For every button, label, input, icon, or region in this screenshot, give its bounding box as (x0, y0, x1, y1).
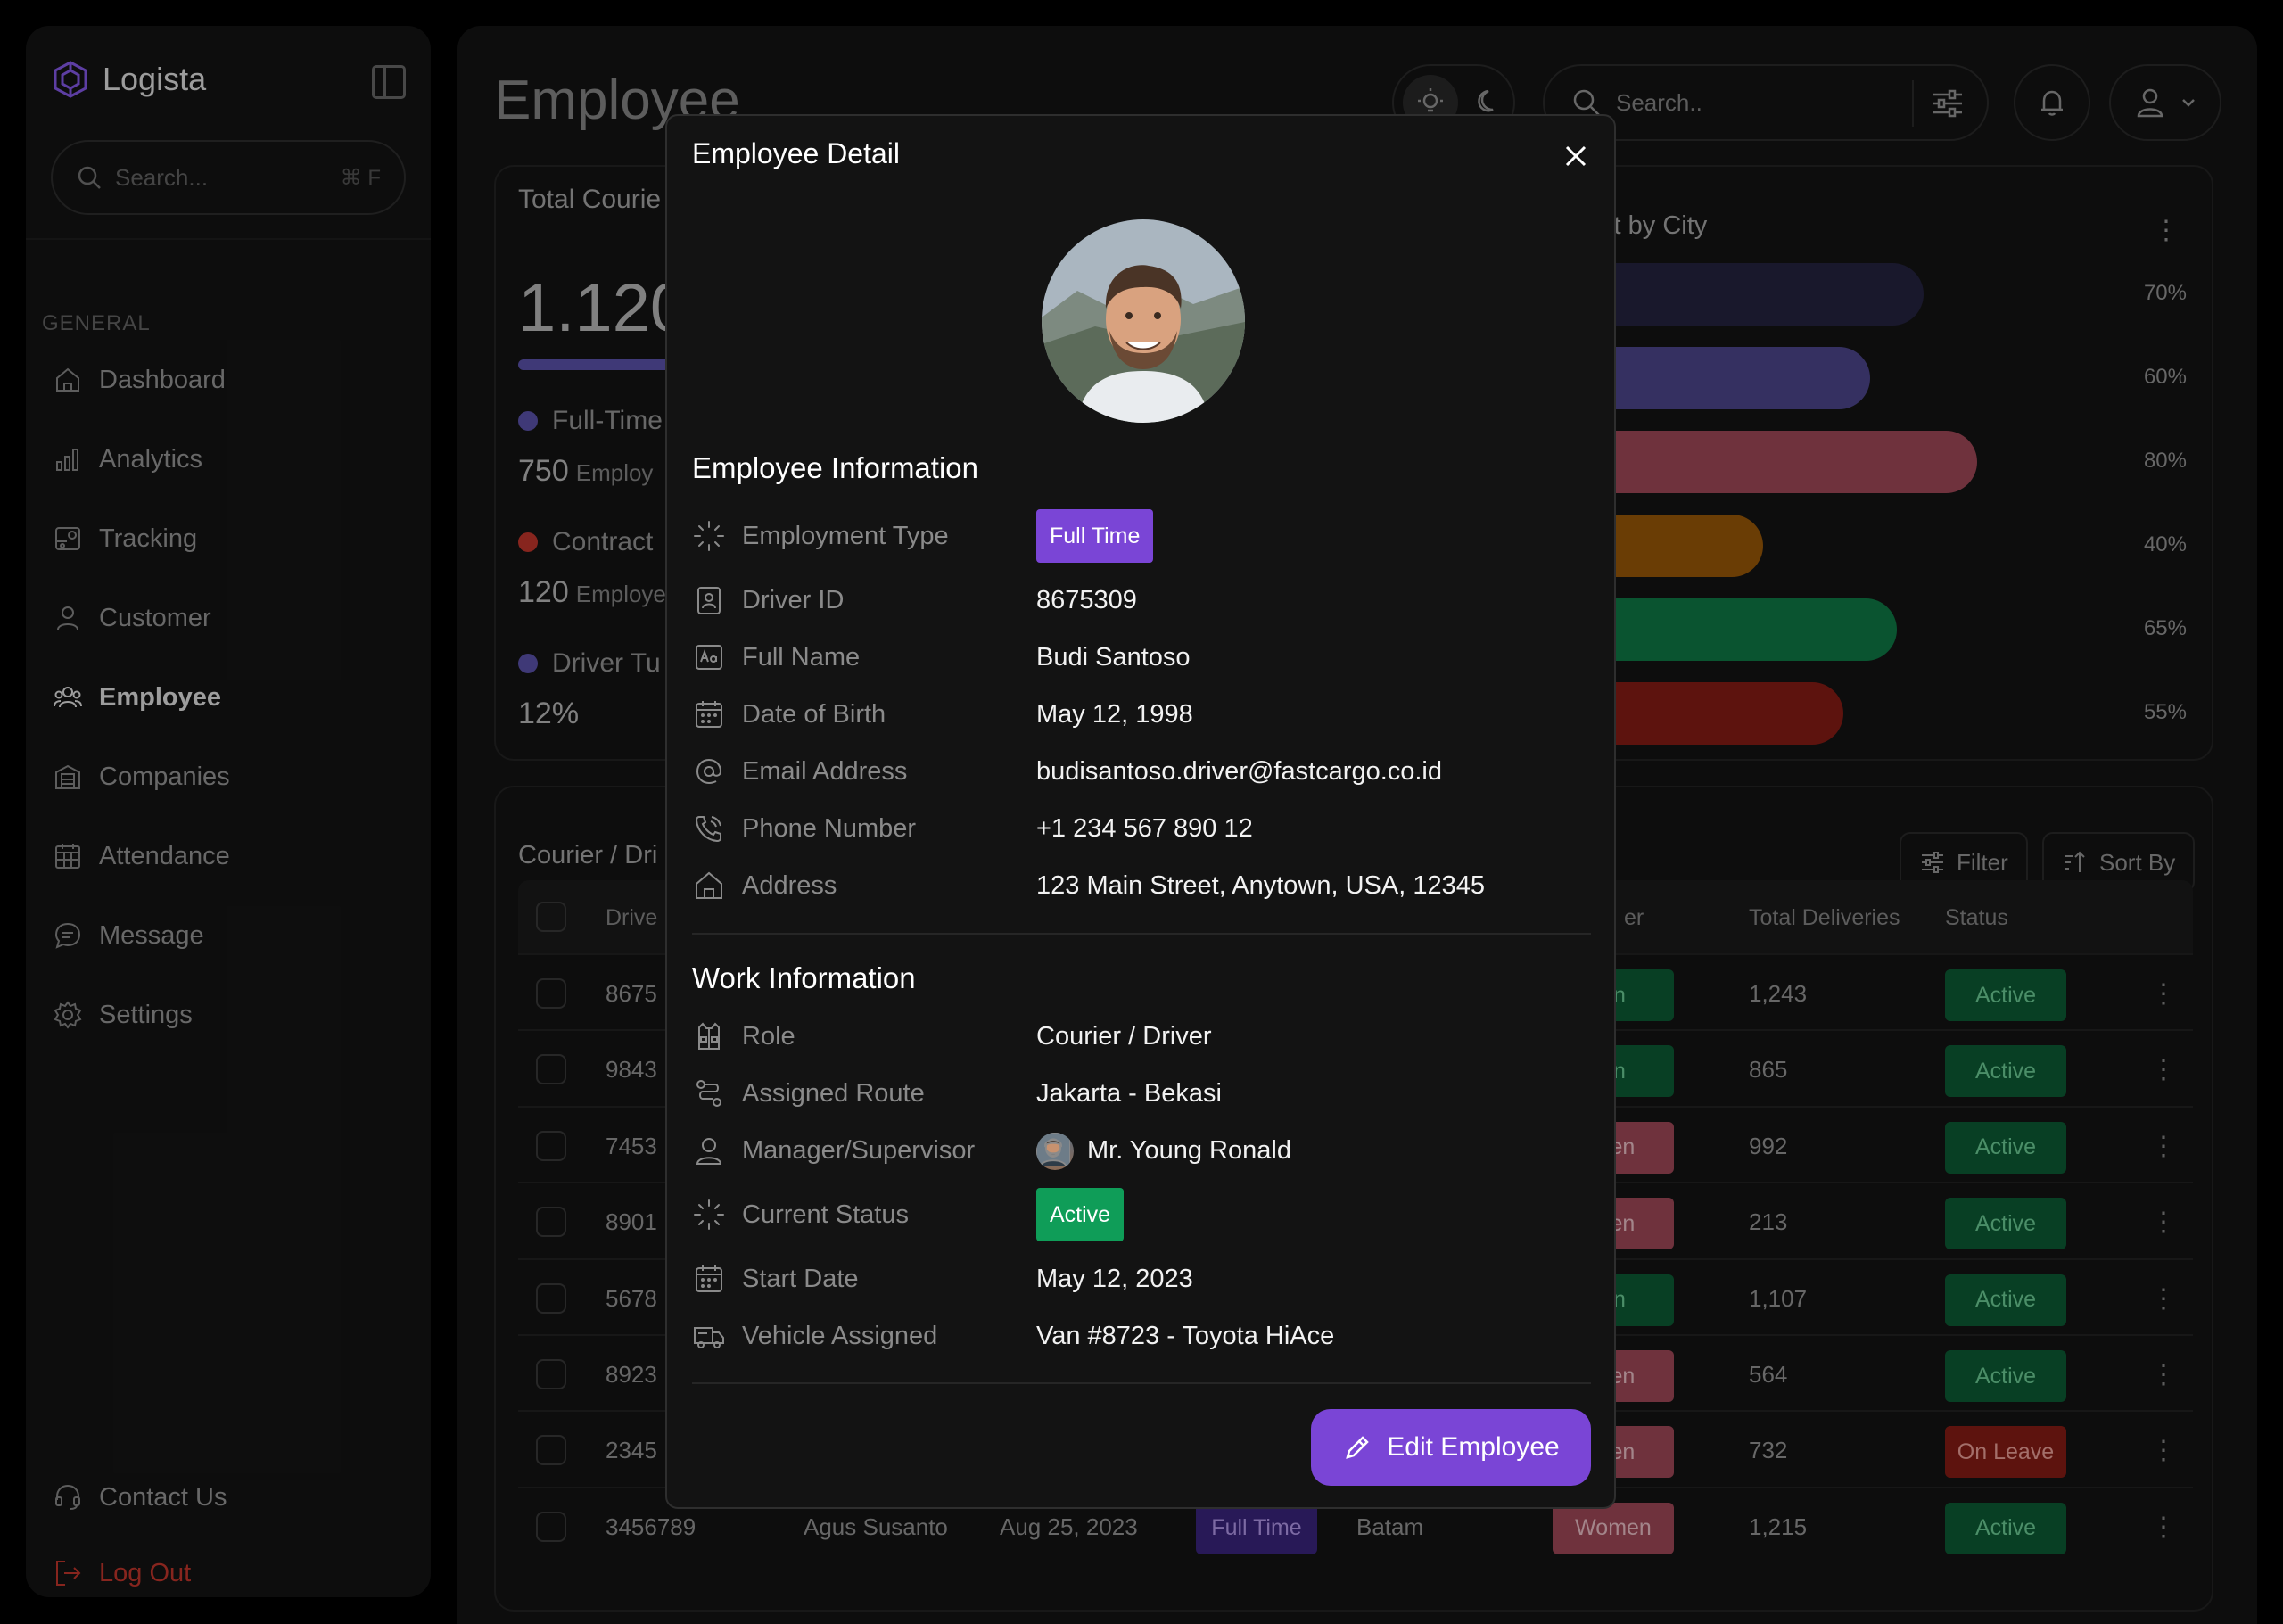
truck-icon (694, 1327, 724, 1348)
route-icon (696, 1080, 721, 1107)
edit-employee-button[interactable]: Edit Employee (1311, 1409, 1591, 1486)
status-icon (694, 521, 724, 551)
info-row-start-date: Start Date May 12, 2023 (692, 1257, 1591, 1301)
info-value: budisantoso.driver@fastcargo.co.id (1036, 756, 1443, 786)
info-row-address: Address 123 Main Street, Anytown, USA, 12… (692, 863, 1591, 908)
info-row-role: Role Courier / Driver (692, 1014, 1591, 1059)
info-row-assigned-route: Assigned Route Jakarta - Bekasi (692, 1071, 1591, 1116)
phone-icon (695, 816, 721, 843)
employee-avatar (1042, 219, 1245, 423)
info-label: Address (742, 870, 837, 900)
info-label: Email Address (742, 756, 908, 786)
info-value: Jakarta - Bekasi (1036, 1078, 1222, 1108)
status-icon (694, 1199, 724, 1230)
info-value: 8675309 (1036, 585, 1137, 614)
info-label: Phone Number (742, 813, 917, 843)
pencil-icon (1346, 1436, 1370, 1459)
at-icon (696, 758, 722, 785)
info-label: Manager/Supervisor (742, 1135, 976, 1165)
info-value: Courier / Driver (1036, 1021, 1212, 1051)
name-icon (696, 645, 722, 670)
info-row-employment-type: Employment Type Full Time (692, 509, 1591, 563)
info-row-current-status: Current Status Active (692, 1188, 1591, 1241)
divider (692, 933, 1591, 935)
info-label: Current Status (742, 1199, 909, 1229)
info-row-manager-supervisor: Manager/Supervisor Mr. Young Ronald (692, 1128, 1591, 1173)
info-value: May 12, 2023 (1036, 1264, 1193, 1293)
info-label: Start Date (742, 1264, 859, 1293)
vest-icon (698, 1022, 720, 1050)
edit-employee-label: Edit Employee (1387, 1432, 1560, 1462)
close-icon[interactable] (1562, 143, 1589, 169)
employee-detail-modal: Employee Detail Employee Information Emp… (665, 114, 1616, 1509)
info-row-date-of-birth: Date of Birth May 12, 1998 (692, 692, 1591, 737)
info-label: Date of Birth (742, 699, 886, 729)
info-value: 123 Main Street, Anytown, USA, 12345 (1036, 870, 1485, 900)
status-badge: Full Time (1036, 509, 1154, 563)
info-label: Driver ID (742, 585, 845, 614)
status-badge: Active (1036, 1188, 1125, 1241)
info-value: Van #8723 - Toyota HiAce (1036, 1321, 1335, 1350)
info-label: Assigned Route (742, 1078, 925, 1108)
info-row-full-name: Full Name Budi Santoso (692, 635, 1591, 680)
work-information-heading: Work Information (692, 961, 916, 994)
info-row-driver-id: Driver ID 8675309 (692, 578, 1591, 622)
info-label: Employment Type (742, 521, 949, 550)
info-value: Mr. Young Ronald (1087, 1135, 1291, 1165)
info-label: Role (742, 1021, 795, 1051)
info-label: Full Name (742, 642, 861, 672)
calendar-icon (696, 701, 722, 728)
info-row-phone-number: Phone Number +1 234 567 890 12 (692, 806, 1591, 851)
calendar-icon (696, 1265, 722, 1292)
divider (692, 1382, 1591, 1384)
home-icon (696, 871, 722, 899)
user-icon (696, 1138, 722, 1165)
info-value: May 12, 1998 (1036, 699, 1193, 729)
info-value: +1 234 567 890 12 (1036, 813, 1253, 843)
info-label: Vehicle Assigned (742, 1321, 938, 1350)
modal-title: Employee Detail (692, 137, 900, 169)
info-row-email-address: Email Address budisantoso.driver@fastcarg… (692, 749, 1591, 794)
employee-information-heading: Employee Information (692, 451, 978, 484)
avatar (1036, 1133, 1074, 1170)
info-value: Budi Santoso (1036, 642, 1191, 672)
info-row-vehicle-assigned: Vehicle Assigned Van #8723 - Toyota HiAce (692, 1314, 1591, 1358)
id-badge-icon (697, 587, 721, 614)
